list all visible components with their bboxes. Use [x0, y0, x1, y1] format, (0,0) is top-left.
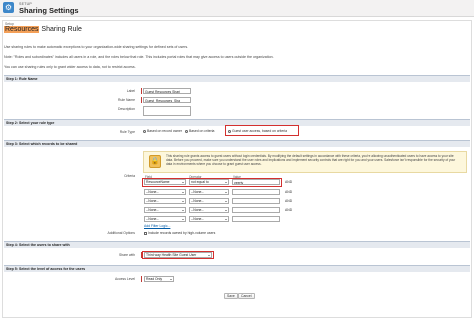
radio-selected-icon[interactable] — [228, 129, 231, 133]
page-header-title: Sharing Settings — [19, 6, 79, 15]
step1-header: Step 1: Rule Name — [4, 75, 470, 82]
rule-type-guest-option[interactable]: Guest user access, based on criteria — [228, 129, 287, 133]
step4-header: Step 4: Select the users to share with — [4, 241, 470, 248]
gear-icon: ⚙ — [3, 2, 14, 13]
rule-type-owner-option[interactable]: Based on record owner — [143, 129, 182, 133]
criteria-value-input[interactable] — [232, 198, 280, 204]
radio-icon[interactable] — [143, 129, 146, 133]
share-with-select[interactable]: Third way Health Site Guest User — [144, 252, 212, 258]
rule-type-label: Rule Type — [119, 130, 135, 134]
and-label: AND — [285, 208, 293, 212]
criteria-operator-select[interactable]: --None-- — [189, 189, 229, 195]
radio-icon[interactable] — [185, 129, 188, 133]
criteria-value-input[interactable] — [232, 207, 280, 213]
criteria-field-select[interactable]: ResourceName — [144, 179, 186, 185]
cancel-button[interactable]: Cancel — [238, 293, 255, 299]
share-with-label: Share with — [118, 253, 135, 257]
and-label: AND — [285, 199, 293, 203]
rule-name-field-label: Rule Name — [118, 98, 135, 102]
criteria-operator-select[interactable]: not equal to — [189, 179, 229, 185]
description-line-2: Note: "Roles and subordinates" includes … — [4, 55, 274, 59]
setup-header: ⚙ SETUP Sharing Settings — [0, 0, 474, 17]
add-filter-logic-link[interactable]: Add Filter Logic... — [144, 224, 170, 228]
description-line-3: You can use sharing rules only to grant … — [4, 65, 136, 69]
and-label: AND — [285, 190, 293, 194]
step3-header: Step 3: Select which records to be share… — [4, 140, 470, 147]
criteria-value-input[interactable] — [232, 216, 280, 222]
step5-header: Step 5: Select the level of access for t… — [4, 265, 470, 272]
warning-text: This sharing rule grants access to guest… — [166, 154, 456, 167]
criteria-field-select[interactable]: --None-- — [144, 189, 186, 195]
criteria-value-input[interactable] — [232, 189, 280, 195]
criteria-field-select[interactable]: --None-- — [144, 198, 186, 204]
guest-access-warning: 🔒 This sharing rule grants access to gue… — [143, 151, 467, 173]
criteria-operator-select[interactable]: --None-- — [189, 216, 229, 222]
save-button[interactable]: Save — [224, 293, 238, 299]
criteria-operator-select[interactable]: --None-- — [189, 207, 229, 213]
criteria-field-select[interactable]: --None-- — [144, 207, 186, 213]
description-line-1: Use sharing rules to make automatic exce… — [4, 45, 189, 49]
criteria-field-select[interactable]: --None-- — [144, 216, 186, 222]
access-level-select[interactable]: Read Only — [144, 276, 174, 282]
label-field-label: Label — [126, 89, 135, 93]
high-volume-option[interactable]: Include records owned by high-volume use… — [144, 231, 215, 235]
page-title: Resources Sharing Rule — [4, 26, 82, 33]
required-marker — [141, 276, 142, 282]
required-marker — [141, 97, 142, 103]
required-marker — [141, 88, 142, 94]
lock-icon: 🔒 — [149, 155, 161, 168]
title-rest: Sharing Rule — [39, 26, 82, 33]
rule-name-input[interactable]: Guest_Resources_Sha — [143, 97, 191, 103]
criteria-operator-select[interactable]: --None-- — [189, 198, 229, 204]
title-highlight: Resources — [4, 26, 40, 33]
checkbox-icon[interactable] — [144, 231, 147, 235]
criteria-label: Criteria — [124, 174, 135, 178]
description-textarea[interactable] — [143, 106, 191, 116]
label-input[interactable]: Guest Resources Shari — [143, 88, 191, 94]
rule-type-criteria-option[interactable]: Based on criteria — [185, 129, 214, 133]
access-level-label: Access Level — [115, 277, 135, 281]
sharing-rule-panel: Setup Resources Sharing Rule Use sharing… — [2, 20, 472, 318]
and-label: AND — [285, 180, 293, 184]
criteria-value-input[interactable]: yeerty — [232, 179, 280, 185]
additional-options-label: Additional Options — [107, 231, 135, 235]
description-field-label: Description — [118, 107, 135, 111]
